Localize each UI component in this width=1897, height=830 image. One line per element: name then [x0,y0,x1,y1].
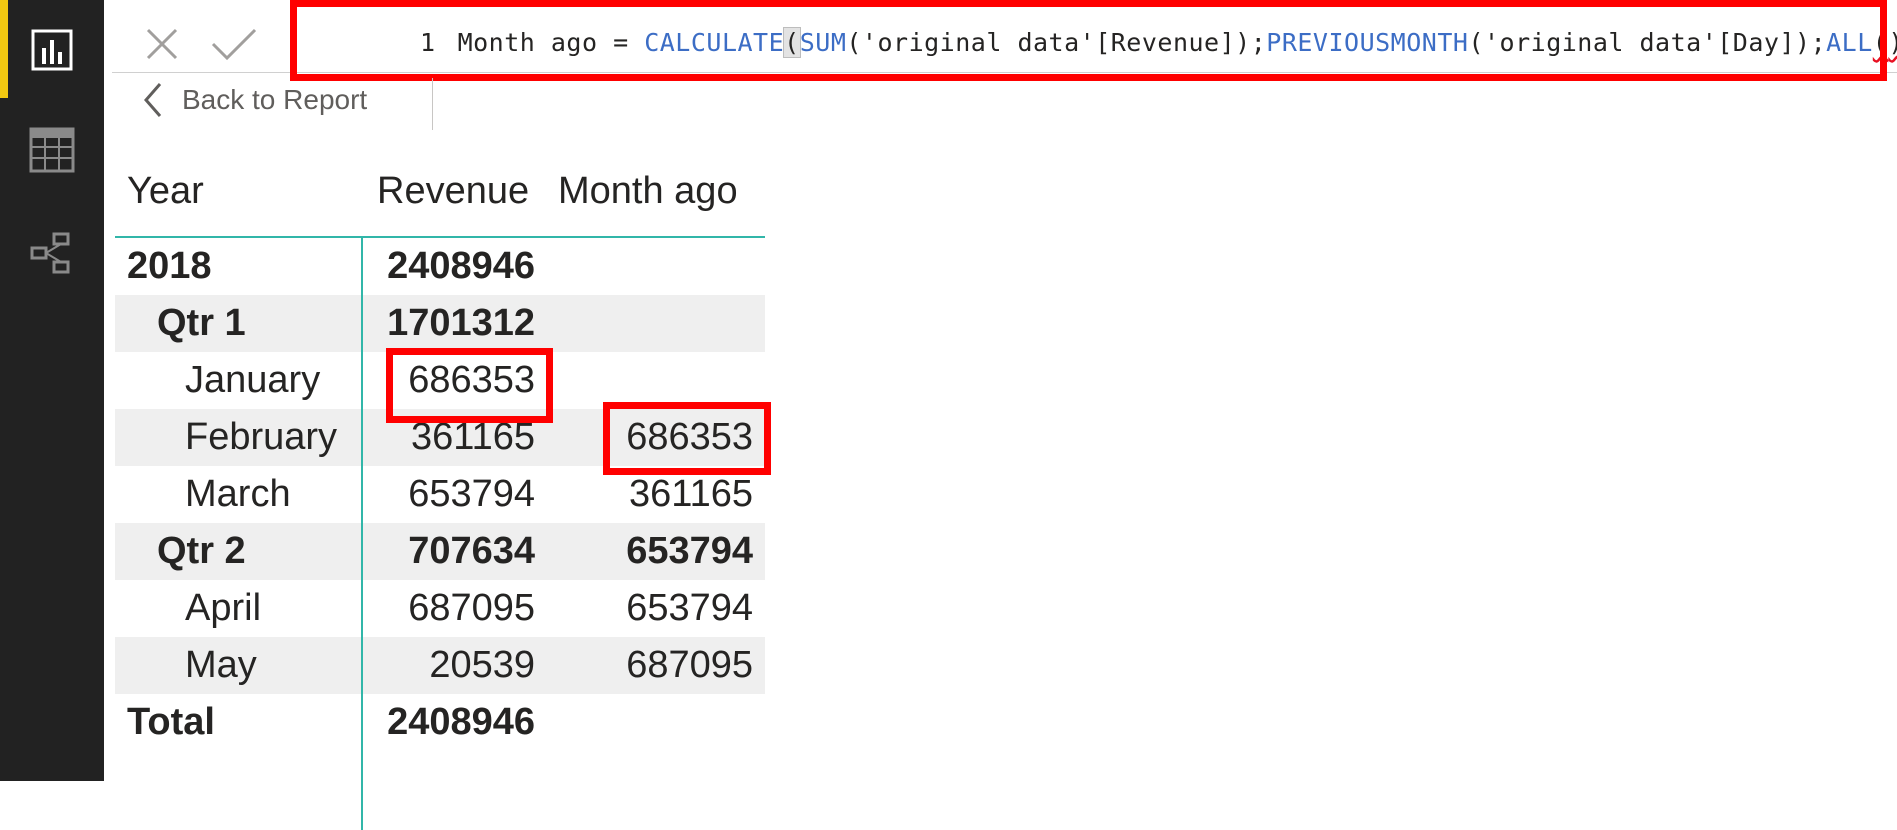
revenue-cell: 686353 [408,359,535,401]
all-paren-open: ( [1872,28,1889,57]
row-label[interactable]: Qtr 2 [157,523,246,580]
relationship-icon [30,232,70,274]
data-view-button[interactable] [20,118,84,182]
revenue-cell: 653794 [408,473,535,515]
matrix-row-header-divider [361,236,363,830]
row-label: February [185,416,338,458]
row-label: April [185,587,262,629]
month-ago-cell: 653794 [626,587,753,629]
table-grid-icon [29,127,75,173]
bar-chart-icon [31,29,73,71]
fn-sum: SUM [799,28,847,57]
header-revenue[interactable]: Revenue [377,170,529,213]
header-month-ago[interactable]: Month ago [558,170,738,213]
table-row: March 653794 361165 [115,466,765,523]
model-view-button[interactable] [20,222,84,286]
fn-all: ALL [1826,28,1873,57]
table-row: May 20539 687095 [115,637,765,694]
measure-name: Month ago = [457,28,645,57]
revenue-cell: 687095 [408,587,535,629]
fn-calculate: CALCULATE [644,28,785,57]
previousmonth-args: ('original data'[Day]); [1468,28,1827,57]
table-row: Qtr 2 707634 653794 [115,523,765,580]
back-to-report-label: Back to Report [182,84,368,115]
revenue-cell: 707634 [408,530,535,572]
fn-previousmonth: PREVIOUSMONTH [1266,28,1469,57]
row-label: Total [127,701,215,743]
row-label: May [185,644,257,686]
row-label[interactable]: 2018 [127,238,212,295]
month-ago-cell: 653794 [626,530,753,572]
dax-formula[interactable]: 1 Month ago = CALCULATE(SUM('original dat… [420,27,1897,58]
header-divider [432,78,433,130]
active-view-indicator [0,0,8,98]
row-label[interactable]: Qtr 1 [157,295,246,352]
report-view-button[interactable] [20,18,84,82]
month-ago-cell: 686353 [626,416,753,458]
all-args-error: () [1873,28,1897,57]
header-year[interactable]: Year [127,170,204,213]
table-row: February 361165 686353 [115,409,765,466]
matrix-visual[interactable]: Year Revenue Month ago 2018 2408946 Qtr … [115,160,765,830]
row-label: March [185,473,291,515]
revenue-cell: 361165 [411,416,535,458]
close-icon [146,28,178,60]
revenue-cell: 2408946 [387,245,535,287]
table-row: Qtr 1 1701312 [115,295,765,352]
month-ago-cell: 361165 [629,473,753,515]
checkmark-icon [211,28,257,61]
line-number: 1 [420,28,436,57]
formula-editor[interactable]: 1 Month ago = CALCULATE(SUM('original dat… [290,8,1897,72]
back-to-report-link[interactable]: Back to Report [142,76,367,124]
all-paren-close: ) [1888,28,1897,57]
table-row: 2018 2408946 [115,238,765,295]
chevron-left-icon [144,83,162,117]
row-label: January [185,359,321,401]
matrix-header: Year Revenue Month ago [115,160,765,238]
table-row: Total 2408946 [115,694,765,751]
revenue-cell: 20539 [429,644,535,686]
table-row: January 686353 [115,352,765,409]
sum-args: ('original data'[Revenue]); [846,28,1267,57]
nav-rail [0,0,104,781]
commit-formula-button[interactable] [206,16,262,72]
matched-paren-open: ( [783,27,801,58]
table-row: April 687095 653794 [115,580,765,637]
formula-bar: 1 Month ago = CALCULATE(SUM('original dat… [112,8,1897,73]
revenue-cell: 2408946 [387,701,535,743]
revenue-cell: 1701312 [387,302,535,344]
cancel-formula-button[interactable] [134,16,190,72]
month-ago-cell: 687095 [626,644,753,686]
